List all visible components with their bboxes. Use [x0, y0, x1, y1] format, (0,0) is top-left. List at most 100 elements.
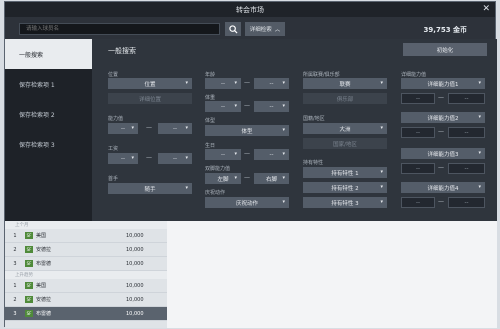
- position-dropdown[interactable]: 位置 ▾: [108, 78, 192, 89]
- chevron-down-icon: ▾: [185, 155, 188, 161]
- detail-ability-3-max[interactable]: --: [448, 163, 485, 174]
- position-label: 位置: [108, 72, 119, 78]
- range-dash: —: [438, 128, 444, 135]
- detail-ability-1-min[interactable]: --: [401, 93, 435, 104]
- chevron-down-icon: ▾: [478, 184, 481, 190]
- salary-max-dropdown[interactable]: -- ▾: [158, 153, 192, 164]
- age-label: 年龄: [205, 72, 216, 78]
- celebration-dropdown[interactable]: 庆祝动作 ▾: [205, 197, 289, 208]
- detail-ability-3-value: 详细能力值3: [427, 151, 459, 158]
- trait-1-dropdown[interactable]: 持有特性 1 ▾: [303, 167, 387, 178]
- table-row[interactable]: 3 SF 布雷德 10,000: [5, 257, 167, 271]
- position-value: 位置: [144, 81, 156, 88]
- detail-ability-3-dropdown[interactable]: 详细能力值3 ▾: [401, 148, 485, 159]
- chevron-down-icon: ▾: [282, 151, 285, 157]
- country-button[interactable]: 国家/地区: [303, 138, 387, 149]
- foot-label: 首手: [108, 176, 119, 182]
- chevron-down-icon: ▾: [380, 199, 383, 205]
- ability-min-dropdown[interactable]: -- ▾: [108, 123, 138, 134]
- player-price: 10,000: [126, 296, 144, 303]
- range-dash: —: [438, 94, 444, 101]
- window-title: 转会市场: [236, 5, 264, 14]
- trait-2-dropdown[interactable]: 持有特性 2 ▾: [303, 182, 387, 193]
- left-foot-dropdown[interactable]: 左脚 ▾: [205, 173, 241, 184]
- position-badge: SF: [25, 232, 33, 239]
- detail-ability-1-max[interactable]: --: [448, 93, 485, 104]
- celebration-value: 庆祝动作: [235, 200, 258, 207]
- detail-ability-2-max[interactable]: --: [448, 127, 485, 138]
- salary-max-value: --: [173, 155, 177, 162]
- table-row[interactable]: 2 SF 安德拉 10,000: [5, 293, 167, 307]
- table-row-selected[interactable]: 3 SF 布雷德 10,000: [5, 307, 167, 321]
- chevron-down-icon: ▾: [185, 125, 188, 131]
- detail-ability-2-dropdown[interactable]: 详细能力值2 ▾: [401, 112, 485, 123]
- right-foot-dropdown[interactable]: 右脚 ▾: [254, 173, 289, 184]
- table-row[interactable]: 1 SF 美国 10,000: [5, 279, 167, 293]
- age-max-dropdown[interactable]: -- ▾: [254, 78, 289, 89]
- trait-1-value: 持有特性 1: [331, 170, 359, 177]
- sidebar-item-saved-3[interactable]: 保存检索项 3: [5, 129, 92, 159]
- detail-ability-3-min[interactable]: --: [401, 163, 435, 174]
- age-max-value: --: [269, 80, 274, 87]
- player-name: 布雷德: [36, 311, 52, 317]
- range-dash: —: [244, 174, 250, 181]
- detail-ability-4-value: 详细能力值4: [427, 185, 459, 192]
- table-row[interactable]: 2 SF 安德拉 10,000: [5, 243, 167, 257]
- detail-search-button[interactable]: 详细检索 ︿: [245, 22, 285, 36]
- sidebar-item-saved-2[interactable]: 保存检索项 2: [5, 99, 92, 129]
- range-dash: —: [146, 124, 152, 131]
- right-foot-value: 右脚: [265, 176, 277, 183]
- height-min-dropdown[interactable]: -- ▾: [205, 101, 241, 112]
- player-name: 安德拉: [36, 247, 52, 253]
- close-icon[interactable]: ✕: [482, 4, 490, 14]
- continent-dropdown[interactable]: 大洲 ▾: [303, 123, 387, 134]
- club-button[interactable]: 俱乐部: [303, 93, 387, 104]
- detail-position-button[interactable]: 详细位置: [108, 93, 192, 104]
- detail-ability-1-dropdown[interactable]: 详细能力值1 ▾: [401, 78, 485, 89]
- row-index: 3: [13, 260, 17, 267]
- search-panel: 一般搜索 初始化 位置 位置 ▾ 详细位置 能力值 -- ▾ — -- ▾ 工资 --…: [92, 39, 497, 221]
- height-max-value: --: [269, 103, 274, 110]
- search-button[interactable]: [225, 22, 241, 36]
- weight-min-dropdown[interactable]: -- ▾: [205, 149, 241, 160]
- player-price: 10,000: [126, 260, 144, 267]
- player-search-input[interactable]: [19, 23, 220, 35]
- body-type-dropdown[interactable]: 体型 ▾: [205, 125, 289, 136]
- left-foot-value: 左脚: [217, 176, 229, 183]
- ability-max-dropdown[interactable]: -- ▾: [158, 123, 192, 134]
- salary-min-dropdown[interactable]: -- ▾: [108, 153, 138, 164]
- chevron-down-icon: ▾: [131, 125, 134, 131]
- detail-ability-4-min[interactable]: --: [401, 197, 435, 208]
- sidebar-item-general-search[interactable]: 一般搜索: [5, 39, 92, 69]
- chevron-down-icon: ▾: [282, 175, 285, 181]
- range-dash: —: [244, 79, 250, 86]
- salary-min-value: --: [121, 155, 125, 162]
- height-max-dropdown[interactable]: -- ▾: [254, 101, 289, 112]
- foot-dropdown[interactable]: 随手 ▾: [108, 183, 192, 194]
- range-dash: —: [244, 150, 250, 157]
- row-index: 2: [13, 246, 17, 253]
- detail-ability-4-max[interactable]: --: [448, 197, 485, 208]
- chevron-down-icon: ▾: [380, 169, 383, 175]
- chevron-down-icon: ▾: [380, 184, 383, 190]
- table-row[interactable]: 1 SF 美国 10,000: [5, 229, 167, 243]
- sidebar-item-saved-1[interactable]: 保存检索项 1: [5, 69, 92, 99]
- position-badge: SF: [25, 310, 33, 317]
- chevron-down-icon: ▾: [282, 103, 285, 109]
- detail-ability-2-min[interactable]: --: [401, 127, 435, 138]
- traits-label: 持有特性: [303, 160, 324, 166]
- trait-3-dropdown[interactable]: 持有特性 3 ▾: [303, 197, 387, 208]
- panel-title: 一般搜索: [108, 47, 136, 55]
- salary-label: 工资: [108, 146, 119, 152]
- chevron-down-icon: ▾: [282, 127, 285, 133]
- league-dropdown[interactable]: 联赛 ▾: [303, 78, 387, 89]
- age-min-dropdown[interactable]: -- ▾: [205, 78, 241, 89]
- ability-min-value: --: [121, 125, 125, 132]
- reset-button[interactable]: 初始化: [403, 43, 487, 56]
- weight-label: 生日: [205, 143, 216, 149]
- transfer-market-window: 转会市场 ✕ 详细检索 ︿ 39,753 金币 一般搜索 保存检索项 1 保存检…: [4, 1, 497, 328]
- chevron-down-icon: ▾: [282, 80, 285, 86]
- detail-ability-4-dropdown[interactable]: 详细能力值4 ▾: [401, 182, 485, 193]
- both-feet-label: 双脚能力值: [205, 166, 231, 172]
- weight-max-dropdown[interactable]: -- ▾: [254, 149, 289, 160]
